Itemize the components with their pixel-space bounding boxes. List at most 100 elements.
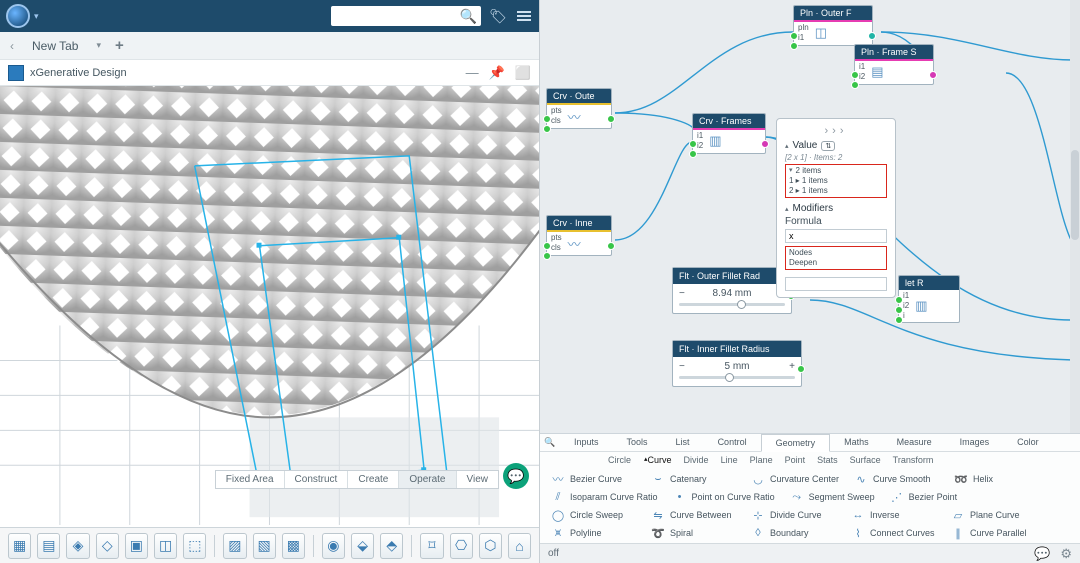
node-crv-frames[interactable]: Crv · Frames i1i2▥ xyxy=(692,113,766,154)
3d-viewport[interactable]: Fixed Area Construct Create Operate View… xyxy=(0,86,539,527)
minimize-icon[interactable]: — xyxy=(466,65,479,81)
menu-icon[interactable] xyxy=(515,7,533,25)
subtab-surface[interactable]: Surface xyxy=(850,455,881,465)
tool-icon-17[interactable]: ⌂ xyxy=(508,533,531,559)
global-search[interactable]: 🔍 xyxy=(331,6,481,26)
tag-icon[interactable]: 🏷 xyxy=(489,7,507,25)
chevron-left-icon[interactable]: ‹ xyxy=(10,39,14,53)
tab-create[interactable]: Create xyxy=(348,471,399,488)
tool-icon-2[interactable]: ▤ xyxy=(37,533,60,559)
cmd-circle-sweep[interactable]: ◯Circle Sweep xyxy=(550,508,636,522)
node-graph[interactable]: Pln · Outer F plni1◫ Pln · Frame S i1i2▤… xyxy=(540,0,1080,433)
tool-icon-1[interactable]: ▦ xyxy=(8,533,31,559)
ribbon-search-icon[interactable]: 🔍 xyxy=(540,434,560,451)
minus-button[interactable]: − xyxy=(679,361,685,372)
cmd-icon: ⌣ xyxy=(650,472,666,486)
subtab-point[interactable]: Point xyxy=(785,455,806,465)
tab-construct[interactable]: Construct xyxy=(285,471,349,488)
tool-icon-3[interactable]: ◈ xyxy=(66,533,89,559)
chevron-down-icon[interactable]: ▾ xyxy=(34,11,39,22)
cmd-segment-sweep[interactable]: ⤳Segment Sweep xyxy=(789,490,875,504)
subtab-plane[interactable]: Plane xyxy=(750,455,773,465)
cmd-inverse[interactable]: ↔Inverse xyxy=(850,508,936,522)
cmd-polyline[interactable]: ⩙Polyline xyxy=(550,526,636,540)
node-crv-inner[interactable]: Crv · Inne ptscls〰 xyxy=(546,215,612,256)
tool-icon-7[interactable]: ⬚ xyxy=(183,533,206,559)
cmd-boundary[interactable]: ◊Boundary xyxy=(750,526,836,540)
node-let-r[interactable]: let R i1i2i▥ xyxy=(898,275,960,323)
cmd-bezier-point[interactable]: ⋰Bezier Point xyxy=(889,490,975,504)
tab-images[interactable]: Images xyxy=(946,434,1004,451)
tool-icon-9[interactable]: ▧ xyxy=(253,533,276,559)
cmd-point-on-curve-ratio[interactable]: •Point on Curve Ratio xyxy=(672,490,775,504)
subtab-line[interactable]: Line xyxy=(721,455,738,465)
drag-handle-icon[interactable]: ››› xyxy=(785,125,887,137)
search-icon[interactable]: 🔍 xyxy=(460,7,477,25)
slider[interactable] xyxy=(673,303,791,313)
tool-icon-16[interactable]: ⬡ xyxy=(479,533,502,559)
cmd-catenary[interactable]: ⌣Catenary xyxy=(650,472,736,486)
slider[interactable] xyxy=(673,376,801,386)
node-pln-outer[interactable]: Pln · Outer F plni1◫ xyxy=(793,5,873,46)
subtab-divide[interactable]: Divide xyxy=(684,455,709,465)
subtab-transform[interactable]: Transform xyxy=(893,455,934,465)
tab-list[interactable]: List xyxy=(662,434,704,451)
tool-icon-13[interactable]: ⬘ xyxy=(380,533,403,559)
cmd-bezier-curve[interactable]: 〰Bezier Curve xyxy=(550,472,636,486)
plus-button[interactable]: + xyxy=(789,361,795,372)
tool-icon-12[interactable]: ⬙ xyxy=(351,533,374,559)
cmd-curve-smooth[interactable]: ∿Curve Smooth xyxy=(853,472,939,486)
tab-inputs[interactable]: Inputs xyxy=(560,434,613,451)
subtab-circle[interactable]: Circle xyxy=(608,455,631,465)
node-flt-outer[interactable]: Flt · Outer Fillet Rad −8.94 mm+ xyxy=(672,267,792,314)
tab-fixed-area[interactable]: Fixed Area xyxy=(216,471,285,488)
cmd-connect-curves[interactable]: ⌇Connect Curves xyxy=(850,526,936,540)
chat-icon[interactable]: 💬 xyxy=(503,463,529,489)
app-logo-icon[interactable] xyxy=(6,4,30,28)
cmd-curve-between[interactable]: ⇋Curve Between xyxy=(650,508,736,522)
nodes-input[interactable] xyxy=(785,277,887,291)
gear-icon[interactable]: ⚙ xyxy=(1060,546,1072,562)
tool-icon-5[interactable]: ▣ xyxy=(125,533,148,559)
tool-icon-15[interactable]: ⎔ xyxy=(450,533,473,559)
node-flt-inner[interactable]: Flt · Inner Fillet Radius −5 mm+ xyxy=(672,340,802,387)
link-icon[interactable]: ⇅ xyxy=(821,141,835,151)
cmd-curve-parallel[interactable]: ∥Curve Parallel xyxy=(950,526,1036,540)
tab-dropdown-icon[interactable]: ▾ xyxy=(96,40,101,51)
tab-maths[interactable]: Maths xyxy=(830,434,883,451)
formula-input[interactable] xyxy=(785,229,887,243)
tab-view[interactable]: View xyxy=(457,471,499,488)
tool-icon-4[interactable]: ◇ xyxy=(96,533,119,559)
cmd-plane-curve[interactable]: ▱Plane Curve xyxy=(950,508,1036,522)
node-pln-frame[interactable]: Pln · Frame S i1i2▤ xyxy=(854,44,934,85)
tab-operate[interactable]: Operate xyxy=(399,471,456,488)
tab-geometry[interactable]: Geometry xyxy=(761,434,831,452)
chat-icon[interactable]: 💬 xyxy=(1034,546,1050,562)
cmd-spiral[interactable]: ➰Spiral xyxy=(650,526,736,540)
cmd-divide-curve[interactable]: ⊹Divide Curve xyxy=(750,508,836,522)
maximize-icon[interactable]: ⬜ xyxy=(515,65,531,81)
cmd-curvature-center[interactable]: ◡Curvature Center xyxy=(750,472,839,486)
status-bar: off 💬 ⚙ xyxy=(540,543,1080,563)
tab-new[interactable]: New Tab xyxy=(28,37,82,55)
tab-tools[interactable]: Tools xyxy=(613,434,662,451)
subtab-curve[interactable]: ▴Curve xyxy=(643,455,672,465)
tab-add-button[interactable]: + xyxy=(115,37,124,54)
cmd-isoparam-curve-ratio[interactable]: ⫽Isoparam Curve Ratio xyxy=(550,490,658,504)
subtab-stats[interactable]: Stats xyxy=(817,455,838,465)
tab-control[interactable]: Control xyxy=(704,434,761,451)
tab-measure[interactable]: Measure xyxy=(883,434,946,451)
node-crv-outer[interactable]: Crv · Oute ptscls〰 xyxy=(546,88,612,129)
tab-color[interactable]: Color xyxy=(1003,434,1053,451)
tool-icon-11[interactable]: ◉ xyxy=(322,533,345,559)
tool-icon-14[interactable]: ⌑ xyxy=(420,533,443,559)
tool-icon-8[interactable]: ▨ xyxy=(223,533,246,559)
cmd-helix[interactable]: ➿Helix xyxy=(953,472,1039,486)
tool-icon-6[interactable]: ◫ xyxy=(154,533,177,559)
search-input[interactable] xyxy=(335,10,460,23)
cmd-icon: ∥ xyxy=(950,526,966,540)
value-panel[interactable]: ››› ▴Value⇅ [2 x 1] · Items: 2 ▾2 items … xyxy=(776,118,896,298)
minus-button[interactable]: − xyxy=(679,288,685,299)
pin-icon[interactable]: 📌 xyxy=(489,65,505,81)
tool-icon-10[interactable]: ▩ xyxy=(282,533,305,559)
